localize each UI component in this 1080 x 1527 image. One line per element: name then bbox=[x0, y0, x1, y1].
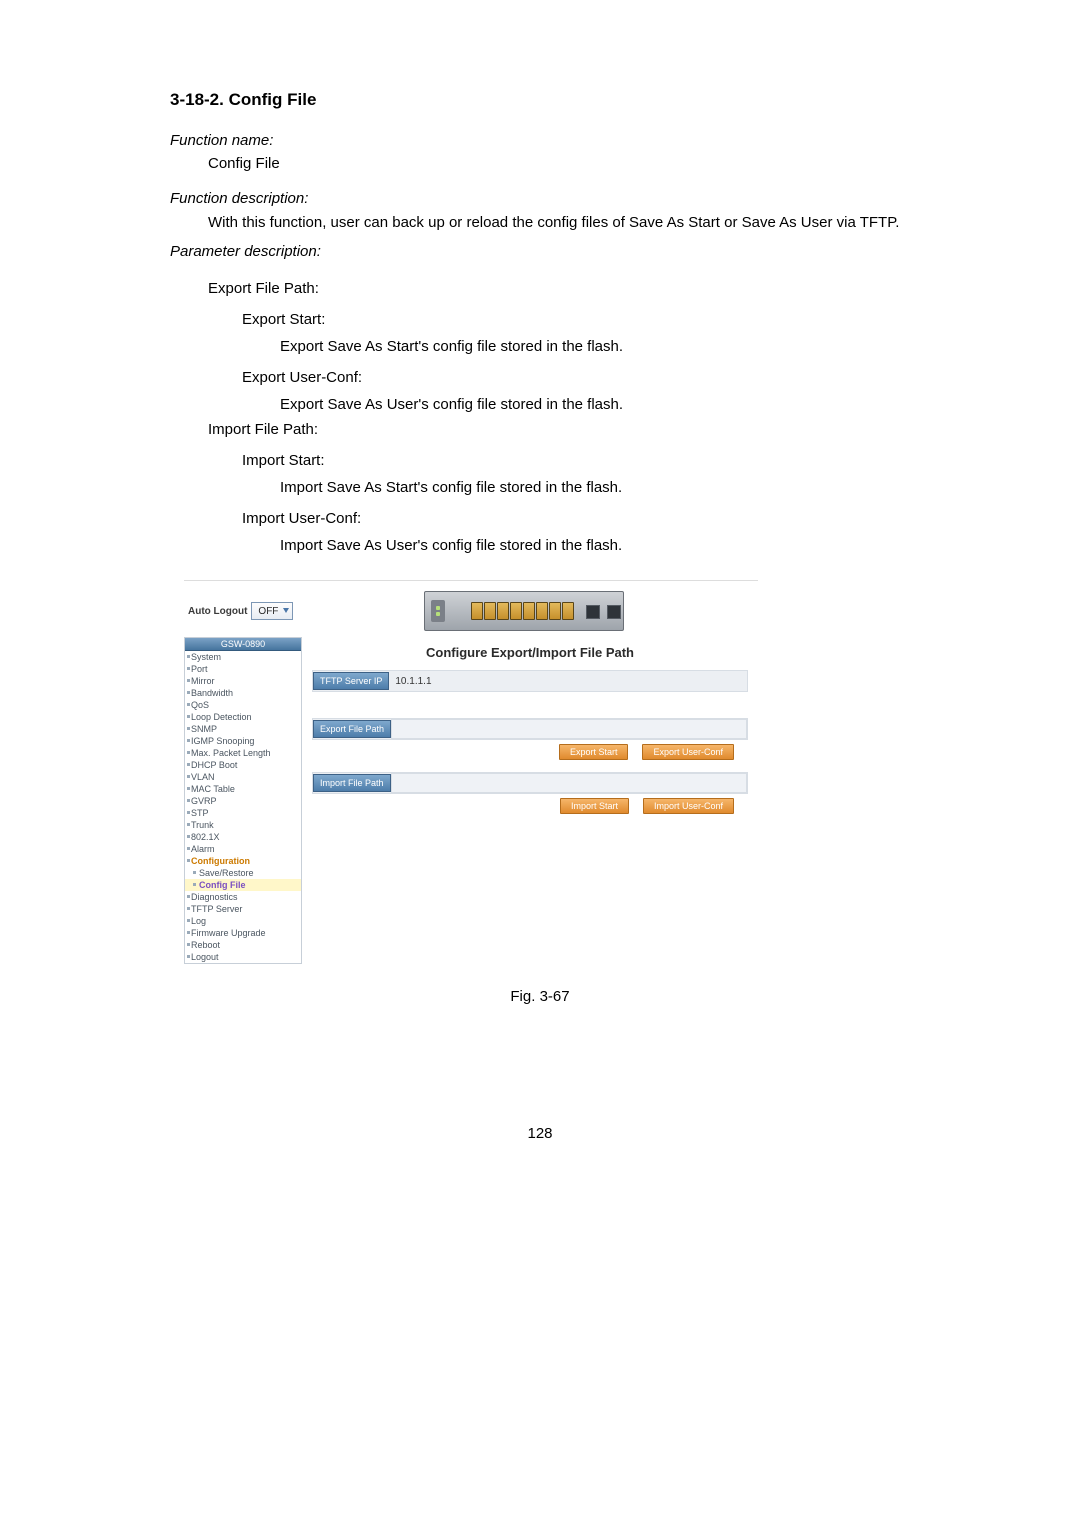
main-panel: Configure Export/Import File Path TFTP S… bbox=[302, 637, 758, 964]
auto-logout-select[interactable]: OFF bbox=[251, 602, 293, 620]
sidebar-item-qos[interactable]: QoS bbox=[185, 699, 301, 711]
function-description-label: Function description: bbox=[170, 190, 910, 207]
device-led-panel bbox=[431, 600, 445, 622]
auto-logout-label: Auto Logout bbox=[188, 606, 247, 617]
sidebar-item-dhcp-boot[interactable]: DHCP Boot bbox=[185, 759, 301, 771]
sidebar-item-log[interactable]: Log bbox=[185, 915, 301, 927]
tftp-server-ip-value[interactable]: 10.1.1.1 bbox=[389, 676, 431, 687]
sidebar-item-loop-detection[interactable]: Loop Detection bbox=[185, 711, 301, 723]
sidebar-item-vlan[interactable]: VLAN bbox=[185, 771, 301, 783]
export-file-path-input[interactable] bbox=[391, 719, 747, 739]
export-file-path-heading: Export File Path: bbox=[208, 280, 910, 297]
sidebar-item-alarm[interactable]: Alarm bbox=[185, 843, 301, 855]
export-start-desc: Export Save As Start's config file store… bbox=[280, 338, 910, 355]
export-user-conf-button[interactable]: Export User-Conf bbox=[642, 744, 734, 760]
sidebar-item-firmware-upgrade[interactable]: Firmware Upgrade bbox=[185, 927, 301, 939]
sidebar-item-logout[interactable]: Logout bbox=[185, 951, 301, 963]
function-description-text: With this function, user can back up or … bbox=[208, 213, 910, 233]
import-file-path-label: Import File Path bbox=[313, 774, 391, 792]
figure-caption: Fig. 3-67 bbox=[170, 988, 910, 1005]
export-start-button[interactable]: Export Start bbox=[559, 744, 629, 760]
sidebar-item-trunk[interactable]: Trunk bbox=[185, 819, 301, 831]
import-user-conf-button[interactable]: Import User-Conf bbox=[643, 798, 734, 814]
sidebar: GSW-0890 System Port Mirror Bandwidth Qo… bbox=[184, 637, 302, 964]
device-graphic bbox=[424, 591, 624, 631]
import-file-path-heading: Import File Path: bbox=[208, 421, 910, 438]
sidebar-item-tftp-server[interactable]: TFTP Server bbox=[185, 903, 301, 915]
sidebar-item-configuration[interactable]: Configuration bbox=[185, 855, 301, 867]
import-start-button[interactable]: Import Start bbox=[560, 798, 629, 814]
page-number: 128 bbox=[170, 1125, 910, 1142]
tftp-server-ip-label: TFTP Server IP bbox=[313, 672, 389, 690]
function-name-label: Function name: bbox=[170, 132, 910, 149]
sidebar-header: GSW-0890 bbox=[185, 638, 301, 651]
parameter-description-label: Parameter description: bbox=[170, 243, 910, 260]
sidebar-item-reboot[interactable]: Reboot bbox=[185, 939, 301, 951]
sidebar-item-system[interactable]: System bbox=[185, 651, 301, 663]
embedded-screenshot: Auto Logout OFF bbox=[184, 580, 758, 970]
sidebar-item-diagnostics[interactable]: Diagnostics bbox=[185, 891, 301, 903]
sidebar-item-save-restore[interactable]: Save/Restore bbox=[185, 867, 301, 879]
section-title: 3-18-2. Config File bbox=[170, 90, 910, 110]
import-user-conf-heading: Import User-Conf: bbox=[242, 510, 910, 527]
export-user-conf-heading: Export User-Conf: bbox=[242, 369, 910, 386]
import-file-path-input[interactable] bbox=[391, 773, 747, 793]
import-start-desc: Import Save As Start's config file store… bbox=[280, 479, 910, 496]
export-file-path-label: Export File Path bbox=[313, 720, 391, 738]
main-title: Configure Export/Import File Path bbox=[312, 645, 748, 660]
sidebar-item-snmp[interactable]: SNMP bbox=[185, 723, 301, 735]
sidebar-item-bandwidth[interactable]: Bandwidth bbox=[185, 687, 301, 699]
sidebar-item-port[interactable]: Port bbox=[185, 663, 301, 675]
import-start-heading: Import Start: bbox=[242, 452, 910, 469]
sidebar-item-8021x[interactable]: 802.1X bbox=[185, 831, 301, 843]
export-start-heading: Export Start: bbox=[242, 311, 910, 328]
sidebar-item-gvrp[interactable]: GVRP bbox=[185, 795, 301, 807]
sidebar-item-stp[interactable]: STP bbox=[185, 807, 301, 819]
sidebar-item-config-file[interactable]: Config File bbox=[185, 879, 301, 891]
sidebar-item-mac-table[interactable]: MAC Table bbox=[185, 783, 301, 795]
sidebar-item-mirror[interactable]: Mirror bbox=[185, 675, 301, 687]
import-user-conf-desc: Import Save As User's config file stored… bbox=[280, 537, 910, 554]
export-user-conf-desc: Export Save As User's config file stored… bbox=[280, 396, 910, 413]
sidebar-item-igmp-snooping[interactable]: IGMP Snooping bbox=[185, 735, 301, 747]
function-name-value: Config File bbox=[208, 155, 910, 172]
sidebar-item-max-packet-length[interactable]: Max. Packet Length bbox=[185, 747, 301, 759]
